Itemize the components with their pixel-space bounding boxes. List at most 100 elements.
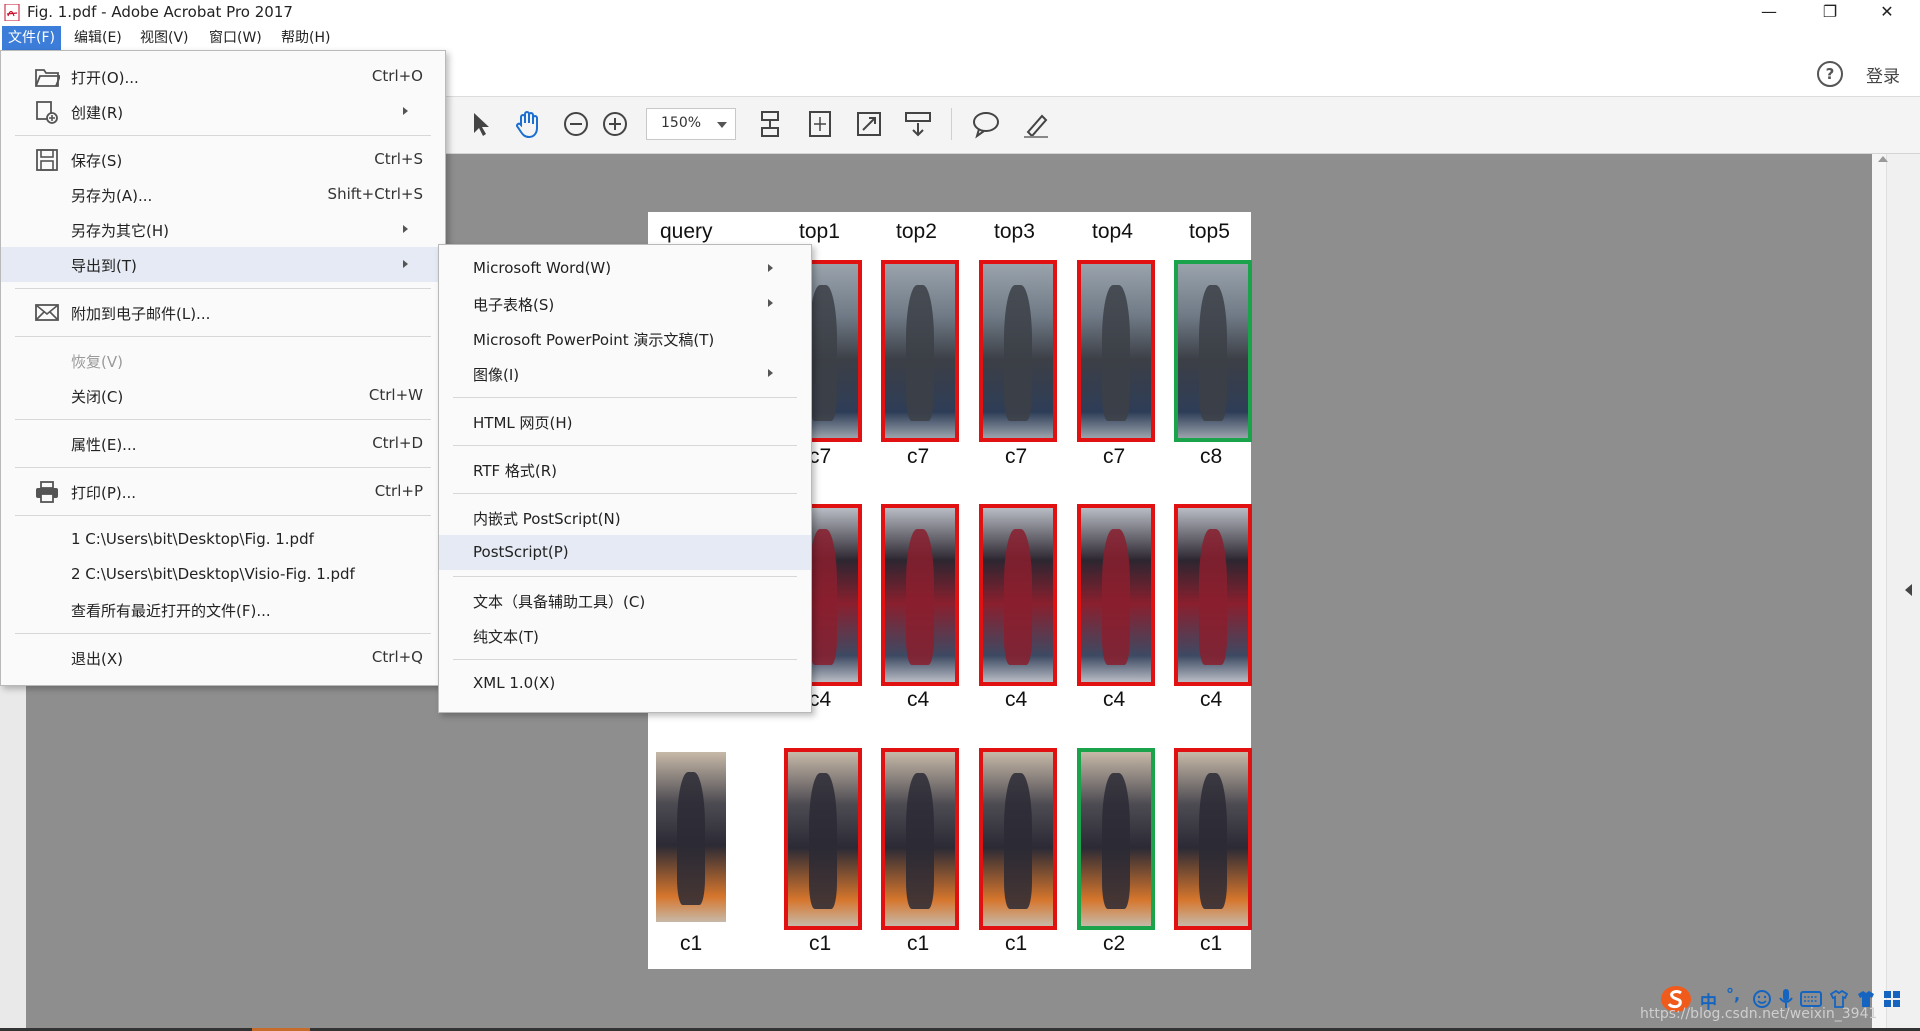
menu-item-print[interactable]: 打印(P)... Ctrl+P: [1, 474, 445, 509]
menu-item-attach-email[interactable]: 附加到电子邮件(L)...: [1, 295, 445, 330]
menu-edit[interactable]: 编辑(E): [68, 26, 128, 50]
toolbar-separator: [951, 108, 952, 140]
menu-item-save-as[interactable]: 另存为(A)... Shift+Ctrl+S: [1, 177, 445, 212]
open-folder-icon: [35, 69, 60, 87]
person-silhouette: [906, 284, 934, 421]
close-button[interactable]: ✕: [1864, 0, 1910, 26]
menu-item-label: 打印(P)...: [71, 484, 137, 502]
result-thumbnail: [1174, 260, 1252, 442]
zoom-level-select[interactable]: 150%: [646, 108, 736, 140]
menu-item-label: 图像(I): [473, 366, 520, 384]
highlight-pen-icon[interactable]: [1020, 108, 1052, 140]
menu-item-exit[interactable]: 退出(X) Ctrl+Q: [1, 640, 445, 675]
menu-separator: [453, 576, 797, 577]
camera-label: c4: [907, 688, 930, 711]
person-silhouette: [906, 528, 934, 665]
menu-item-label: HTML 网页(H): [473, 414, 573, 432]
camera-label: c1: [680, 932, 703, 955]
menu-separator: [453, 397, 797, 398]
login-link[interactable]: 登录: [1866, 62, 1900, 87]
person-silhouette: [1102, 284, 1130, 421]
person-silhouette: [1004, 528, 1032, 665]
menu-item-open[interactable]: 打开(O)... Ctrl+O: [1, 59, 445, 94]
camera-label: c1: [907, 932, 930, 955]
menu-help[interactable]: 帮助(H): [275, 26, 336, 50]
camera-label: c1: [1005, 932, 1028, 955]
column-header-top2: top2: [896, 220, 937, 243]
export-accessible-text[interactable]: 文本（具备辅助工具）(C): [439, 583, 811, 618]
export-word[interactable]: Microsoft Word(W): [439, 251, 811, 286]
menu-separator: [15, 135, 431, 136]
menu-item-properties[interactable]: 属性(E)... Ctrl+D: [1, 426, 445, 461]
person-silhouette: [809, 772, 837, 909]
camera-label: c2: [1103, 932, 1126, 955]
export-plain-text[interactable]: 纯文本(T): [439, 618, 811, 653]
menu-item-export-to[interactable]: 导出到(T): [1, 247, 445, 282]
menu-separator: [15, 633, 431, 634]
menu-item-shortcut: Ctrl+O: [371, 67, 423, 85]
menu-item-save-as-other[interactable]: 另存为其它(H): [1, 212, 445, 247]
menu-item-save[interactable]: 保存(S) Ctrl+S: [1, 142, 445, 177]
export-image[interactable]: 图像(I): [439, 356, 811, 391]
person-silhouette: [1199, 772, 1227, 909]
column-header-top3: top3: [994, 220, 1035, 243]
export-powerpoint[interactable]: Microsoft PowerPoint 演示文稿(T): [439, 321, 811, 356]
save-disk-icon: [36, 149, 58, 171]
export-html[interactable]: HTML 网页(H): [439, 404, 811, 439]
menu-item-label: 内嵌式 PostScript(N): [473, 510, 621, 528]
result-thumbnail: [881, 260, 959, 442]
menu-item-label: XML 1.0(X): [473, 674, 556, 692]
menu-item-label: 导出到(T): [71, 257, 137, 275]
person-silhouette: [906, 772, 934, 909]
menu-item-shortcut: Ctrl+W: [368, 386, 423, 404]
menu-item-label: 退出(X): [71, 650, 123, 668]
scroll-mode-icon[interactable]: [754, 108, 786, 140]
menu-window[interactable]: 窗口(W): [203, 26, 268, 50]
select-pointer-icon[interactable]: [464, 108, 496, 140]
menu-file[interactable]: 文件(F): [2, 26, 61, 50]
menu-item-create[interactable]: 创建(R): [1, 94, 445, 129]
result-thumbnail: [881, 748, 959, 930]
export-rtf[interactable]: RTF 格式(R): [439, 452, 811, 487]
read-mode-icon[interactable]: [902, 108, 934, 140]
menu-item-label: 创建(R): [71, 104, 124, 122]
help-icon[interactable]: ?: [1817, 61, 1843, 87]
camera-label: c1: [1200, 932, 1223, 955]
menu-item-label: 打开(O)...: [71, 69, 139, 87]
menu-view[interactable]: 视图(V): [134, 26, 195, 50]
menu-item-recent-1[interactable]: 1 C:\Users\bit\Desktop\Fig. 1.pdf: [1, 522, 445, 557]
export-spreadsheet[interactable]: 电子表格(S): [439, 286, 811, 321]
person-silhouette: [1102, 772, 1130, 909]
result-thumbnail: [1174, 748, 1252, 930]
minimize-button[interactable]: —: [1746, 0, 1792, 26]
right-pane-toggle-icon[interactable]: [1905, 584, 1912, 596]
zoom-in-icon[interactable]: [599, 108, 631, 140]
export-eps[interactable]: 内嵌式 PostScript(N): [439, 500, 811, 535]
comment-icon[interactable]: [970, 108, 1002, 140]
export-postscript[interactable]: PostScript(P): [439, 535, 811, 570]
menu-item-label: 保存(S): [71, 152, 123, 170]
toolbox-grid-icon[interactable]: [1882, 989, 1902, 1009]
zoom-out-icon[interactable]: [560, 108, 592, 140]
camera-label: c4: [1005, 688, 1028, 711]
scroll-up-icon[interactable]: [1878, 156, 1888, 162]
scrollbar-track[interactable]: [1872, 154, 1887, 1028]
restore-button[interactable]: ❐: [1807, 0, 1853, 26]
result-thumbnail: [979, 748, 1057, 930]
person-silhouette: [1199, 284, 1227, 421]
menu-item-shortcut: Ctrl+Q: [371, 648, 423, 666]
menu-item-label: RTF 格式(R): [473, 462, 558, 480]
vertical-scrollbar[interactable]: [1872, 154, 1920, 1028]
menu-item-view-all-recent[interactable]: 查看所有最近打开的文件(F)...: [1, 592, 445, 627]
hand-tool-icon[interactable]: [512, 108, 544, 140]
fit-page-icon[interactable]: [804, 108, 836, 140]
ime-punctuation[interactable]: °,: [1726, 985, 1740, 1004]
result-thumbnail: [881, 504, 959, 686]
export-xml[interactable]: XML 1.0(X): [439, 666, 811, 701]
menu-item-recent-2[interactable]: 2 C:\Users\bit\Desktop\Visio-Fig. 1.pdf: [1, 557, 445, 592]
column-header-top4: top4: [1092, 220, 1133, 243]
menu-item-revert: 恢复(V): [1, 343, 445, 378]
menu-item-label: 另存为其它(H): [71, 222, 169, 240]
menu-item-close[interactable]: 关闭(C) Ctrl+W: [1, 378, 445, 413]
full-screen-icon[interactable]: [853, 108, 885, 140]
